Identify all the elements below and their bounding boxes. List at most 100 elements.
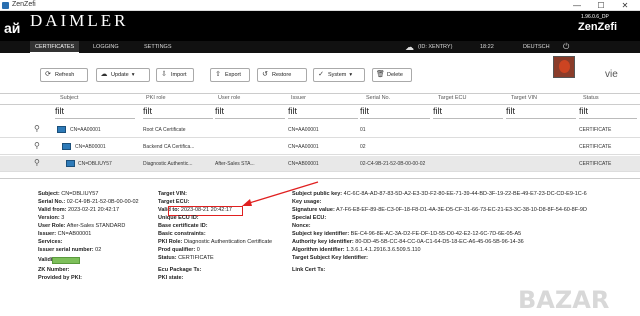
watermark-text: ай [4,20,21,36]
table-row[interactable]: ⚲ CN=AA00001 Root CA Certificate CN=AA00… [0,122,640,138]
detail-subject-key-id: Subject key identifier: BE-C4-96-8E-AC-3… [292,231,522,237]
maximize-button[interactable]: ☐ [590,0,612,11]
export-icon: ⇧ [215,71,221,78]
table-row[interactable]: ⚲ CN=DBLIUY57 Diagnostic Authentic... Af… [0,156,640,172]
restore-icon: ↺ [262,71,268,78]
detail-status: Status: CERTIFICATE [158,255,214,261]
clock: 18:22 [480,44,494,50]
detail-prod-qualifier: Prod qualifier: 0 [158,247,200,253]
filter-serial[interactable]: filt [360,106,430,119]
main-nav: CERTIFICATES LOGGING SETTINGS ☁ (ID: XEN… [0,41,640,53]
col-user-role[interactable]: User role [218,95,240,101]
detail-pki-role: PKI Role: Diagnostic Authentication Cert… [158,239,273,245]
cell-pki-role: Diagnostic Authentic... [143,161,193,167]
detail-subject: Subject: CN=DBLIUY57 [38,191,99,197]
detail-special-ecu: Special ECU: [292,215,327,221]
refresh-icon: ⟳ [45,71,51,78]
col-issuer[interactable]: Issuer [291,95,306,101]
certificate-icon [62,143,71,150]
window-title: ZenZefi [12,1,36,8]
chevron-down-icon: ▾ [131,72,135,78]
detail-user-role: User Role: After-Sales STANDARD [38,223,126,229]
product-name: ZenZefi [578,21,618,33]
title-bar: ZenZefi — ☐ ✕ [0,0,640,11]
filter-target-vin[interactable]: filt [506,106,576,119]
trash-icon: 🗑 [376,71,385,78]
detail-ecu-package-ts: Ecu Package Ts: [158,267,202,273]
cell-serial: 02-C4-9B-21-52-0B-00-00-02 [360,161,426,167]
detail-subject-public-key: Subject public key: 4C-6C-8A-AD-87-83-5D… [292,191,587,197]
detail-target-ecu: Target ECU: [158,199,190,205]
detail-link-cert-ts: Link Cert Ts: [292,267,326,273]
detail-signature-value: Signature value: A7-F6-E8-EF-89-8E-C3-0F… [292,207,587,213]
detail-nonce: Nonce: [292,223,311,229]
export-button[interactable]: ⇧ Export [210,68,250,82]
logout-icon[interactable]: ⏻ [563,41,569,53]
filter-issuer[interactable]: filt [288,106,358,119]
import-button[interactable]: ⇩ Import [156,68,194,82]
detail-target-vin: Target VIN: [158,191,187,197]
delete-button[interactable]: 🗑 Delete [372,68,412,82]
view-label: vie [605,69,618,80]
cell-subject: CN=AB00001 [75,144,106,150]
filter-status[interactable]: filt [579,106,637,119]
detail-authority-key-id: Authority key identifier: 80-DD-45-5B-CC… [292,239,524,245]
detail-zk-number: ZK Number: [38,267,70,273]
version-label: 1.96.0.6_DP [581,14,609,20]
detail-unique-ecu-id: Unique ECU ID: [158,215,199,221]
app-icon [2,2,9,9]
restore-button[interactable]: ↺ Restore [257,68,307,82]
col-target-ecu[interactable]: Target ECU [438,95,466,101]
detail-services: Services: [38,239,63,245]
col-status[interactable]: Status [583,95,599,101]
validity-bar [52,257,80,264]
cloud-off-icon: ☁ [405,42,414,52]
detail-issuer: Issuer: CN=AB00001 [38,231,92,237]
cell-status: CERTIFICATE [579,161,612,167]
detail-provided-by-pki: Provided by PKI: [38,275,83,281]
certificate-icon [66,160,75,167]
detail-algorithm-id: Algorithm identifier: 1.3.6.1.4.1.2916.3… [292,247,421,253]
filter-user-role[interactable]: filt [215,106,285,119]
check-icon: ✓ [318,71,324,78]
col-target-vin[interactable]: Target VIN [511,95,537,101]
cell-pki-role: Backend CA Certifica... [143,144,195,150]
import-icon: ⇩ [161,71,167,78]
detail-base-cert-id: Base certificate ID: [158,223,208,229]
cell-subject: CN=AA00001 [70,127,101,133]
col-pki-role[interactable]: PKI role [146,95,166,101]
detail-pki-state: PKI state: [158,275,184,281]
minimize-button[interactable]: — [566,0,588,11]
tab-settings[interactable]: SETTINGS [139,41,177,53]
col-subject[interactable]: Subject [60,95,78,101]
refresh-button[interactable]: ⟳ Refresh [40,68,88,82]
brand-logo: DAIMLER [30,11,129,30]
annotation-arrow [242,181,319,206]
cloud-icon: ☁ [100,71,108,78]
filter-subject[interactable]: filt [55,106,135,119]
cell-subject: CN=DBLIUY57 [78,161,112,167]
filter-pki-role[interactable]: filt [143,106,213,119]
detail-version: Version: 3 [38,215,65,221]
tab-certificates[interactable]: CERTIFICATES [30,41,80,53]
language-button[interactable]: DEUTSCH [523,41,550,53]
user-id: (ID: XENTRY) [418,44,453,50]
table-header [0,93,640,105]
col-serial[interactable]: Serial No. [366,95,390,101]
detail-issuer-serial: Issuer serial number: 02 [38,247,102,253]
avatar[interactable] [553,56,575,78]
cell-serial: 02 [360,144,366,150]
system-button[interactable]: ✓ System ▾ [313,68,365,82]
cell-pki-role: Root CA Certificate [143,127,186,133]
tab-logging[interactable]: LOGGING [88,41,124,53]
update-button[interactable]: ☁ Update ▾ [96,68,150,82]
filter-target-ecu[interactable]: filt [433,106,503,119]
link-icon: ⚲ [34,124,40,133]
close-button[interactable]: ✕ [614,0,636,11]
cell-serial: 01 [360,127,366,133]
cell-issuer: CN=AA00001 [288,144,319,150]
detail-basic-constraints: Basic constraints: [158,231,206,237]
cell-user-role: After-Sales STA... [215,161,255,167]
table-row[interactable]: ⚲ CN=AB00001 Backend CA Certifica... CN=… [0,139,640,155]
link-icon: ⚲ [34,158,40,167]
